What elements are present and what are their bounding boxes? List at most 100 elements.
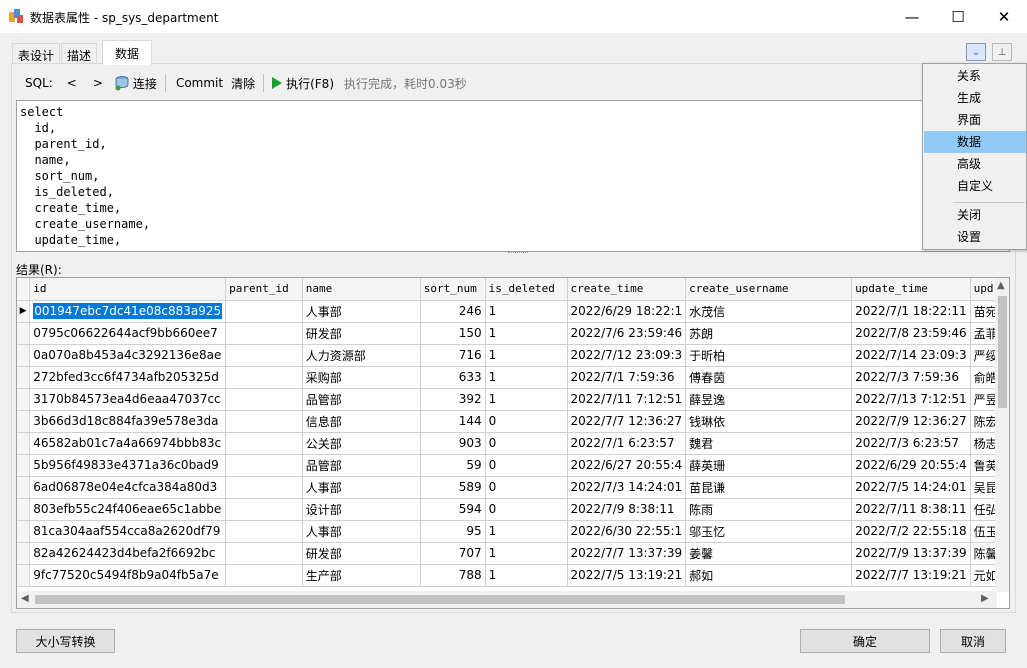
column-header[interactable]: parent_id: [225, 278, 303, 301]
table-cell[interactable]: 2022/6/30 22:55:1: [567, 520, 687, 543]
commit-button[interactable]: Commit: [176, 76, 223, 90]
table-cell[interactable]: [225, 542, 303, 565]
sql-text[interactable]: select id, parent_id, name, sort_num, is…: [17, 101, 1009, 248]
table-cell[interactable]: 2022/7/5 13:19:21: [567, 564, 687, 587]
row-indicator[interactable]: [17, 564, 31, 587]
tab-data[interactable]: 数据: [102, 40, 153, 65]
table-cell[interactable]: [225, 498, 303, 521]
table-cell[interactable]: 信息部: [302, 410, 421, 433]
table-cell[interactable]: [225, 564, 303, 587]
table-row[interactable]: 82a42624423d4befa2f6692bc 研发部 707 1 2022/7/7…: [17, 542, 1009, 565]
menu-item-custom[interactable]: 自定义: [924, 175, 1026, 197]
table-row[interactable]: 0a070a8b453a4c3292136e8ae 人力资源部 716 1 2022/7…: [17, 344, 1009, 367]
table-row[interactable]: ▶ 001947ebc7dc41e08c883a925 人事部 246 1 2022/6/…: [17, 300, 1009, 323]
row-indicator[interactable]: [17, 476, 31, 499]
table-cell[interactable]: 薛昱逸: [685, 388, 853, 411]
table-row[interactable]: 5b956f49833e4371a36c0bad9 品管部 59 0 2022/6/27…: [17, 454, 1009, 477]
table-cell[interactable]: 研发部: [302, 322, 421, 345]
table-cell[interactable]: 设计部: [302, 498, 421, 521]
row-indicator[interactable]: [17, 388, 31, 411]
table-cell[interactable]: 1: [485, 388, 568, 411]
table-cell[interactable]: 633: [420, 366, 486, 389]
case-convert-button[interactable]: 大小写转换: [16, 629, 115, 653]
table-cell[interactable]: 姜馨: [685, 542, 853, 565]
table-cell[interactable]: 2022/7/7 13:37:39: [567, 542, 687, 565]
row-indicator[interactable]: [17, 432, 31, 455]
table-cell[interactable]: 2022/7/7 12:36:27: [567, 410, 687, 433]
table-cell[interactable]: 苏朗: [685, 322, 853, 345]
table-cell[interactable]: 716: [420, 344, 486, 367]
table-cell[interactable]: 人力资源部: [302, 344, 421, 367]
table-cell[interactable]: 589: [420, 476, 486, 499]
row-indicator[interactable]: [17, 322, 31, 345]
table-cell[interactable]: 0: [485, 410, 568, 433]
table-cell[interactable]: 903: [420, 432, 486, 455]
table-cell[interactable]: 001947ebc7dc41e08c883a925: [29, 300, 227, 323]
table-cell[interactable]: 0: [485, 432, 568, 455]
menu-item-ui[interactable]: 界面: [924, 109, 1026, 131]
column-header[interactable]: name: [302, 278, 421, 301]
table-cell[interactable]: 95: [420, 520, 486, 543]
table-cell[interactable]: 0: [485, 498, 568, 521]
column-header[interactable]: is_deleted: [485, 278, 568, 301]
table-cell[interactable]: 2022/7/3 7:59:36: [851, 366, 971, 389]
menu-item-advanced[interactable]: 高级: [924, 153, 1026, 175]
table-cell[interactable]: 0: [485, 454, 568, 477]
table-cell[interactable]: 2022/7/8 23:59:46: [851, 322, 971, 345]
table-cell[interactable]: 1: [485, 542, 568, 565]
table-cell[interactable]: 苗昆谦: [685, 476, 853, 499]
table-cell[interactable]: 81ca304aaf554cca8a2620df79: [29, 520, 227, 543]
table-row[interactable]: 9fc77520c5494f8b9a04fb5a7e 生产部 788 1 2022/7/…: [17, 564, 1009, 587]
column-header[interactable]: create_time: [567, 278, 687, 301]
table-cell[interactable]: 人事部: [302, 520, 421, 543]
table-cell[interactable]: 钱琳依: [685, 410, 853, 433]
dropdown-toggle-button[interactable]: ⌄: [966, 43, 986, 61]
vertical-scrollbar[interactable]: ▲: [995, 278, 1009, 592]
table-cell[interactable]: 82a42624423d4befa2f6692bc: [29, 542, 227, 565]
table-cell[interactable]: 803efb55c24f406eae65c1abbe: [29, 498, 227, 521]
table-cell[interactable]: 2022/7/2 22:55:18: [851, 520, 971, 543]
menu-item-close[interactable]: 关闭: [924, 204, 1026, 226]
table-row[interactable]: 3b66d3d18c884fa39e578e3da 信息部 144 0 2022/7/7…: [17, 410, 1009, 433]
table-cell[interactable]: 2022/7/1 7:59:36: [567, 366, 687, 389]
table-cell[interactable]: 9fc77520c5494f8b9a04fb5a7e: [29, 564, 227, 587]
close-button[interactable]: ✕: [981, 0, 1027, 33]
minimize-button[interactable]: —: [889, 0, 935, 33]
menu-item-generate[interactable]: 生成: [924, 87, 1026, 109]
table-cell[interactable]: 公关部: [302, 432, 421, 455]
scroll-left-icon[interactable]: ◀: [21, 593, 29, 604]
table-cell[interactable]: 2022/7/9 8:38:11: [567, 498, 687, 521]
table-cell[interactable]: 2022/7/1 18:22:11: [851, 300, 971, 323]
prev-sql-button[interactable]: <: [67, 76, 77, 90]
table-cell[interactable]: 59: [420, 454, 486, 477]
column-header[interactable]: update_time: [851, 278, 971, 301]
execute-button[interactable]: 执行(F8): [272, 75, 334, 92]
menu-item-relations[interactable]: 关系: [924, 65, 1026, 87]
table-cell[interactable]: 594: [420, 498, 486, 521]
table-cell[interactable]: 魏君: [685, 432, 853, 455]
row-indicator[interactable]: [17, 542, 31, 565]
table-cell[interactable]: 水茂信: [685, 300, 853, 323]
table-cell[interactable]: [225, 476, 303, 499]
vertical-scroll-thumb[interactable]: [998, 296, 1007, 408]
table-cell[interactable]: 生产部: [302, 564, 421, 587]
row-indicator[interactable]: [17, 366, 31, 389]
table-cell[interactable]: 788: [420, 564, 486, 587]
row-indicator[interactable]: ▶: [17, 300, 31, 323]
table-cell[interactable]: 1: [485, 344, 568, 367]
table-cell[interactable]: 2022/7/7 13:19:21: [851, 564, 971, 587]
pin-button[interactable]: ⊥: [992, 43, 1012, 61]
table-cell[interactable]: [225, 388, 303, 411]
table-cell[interactable]: 2022/7/9 13:37:39: [851, 542, 971, 565]
horizontal-scroll-thumb[interactable]: [35, 595, 845, 604]
cancel-button[interactable]: 取消: [940, 629, 1006, 653]
ok-button[interactable]: 确定: [800, 629, 930, 653]
tab-description[interactable]: 描述: [61, 43, 98, 64]
table-cell[interactable]: 2022/7/12 23:09:3: [567, 344, 687, 367]
table-cell[interactable]: 707: [420, 542, 486, 565]
row-indicator[interactable]: [17, 344, 31, 367]
table-cell[interactable]: [225, 432, 303, 455]
splitter-handle[interactable]: [508, 252, 528, 256]
table-cell[interactable]: 2022/6/29 20:55:4: [851, 454, 971, 477]
table-cell[interactable]: 246: [420, 300, 486, 323]
